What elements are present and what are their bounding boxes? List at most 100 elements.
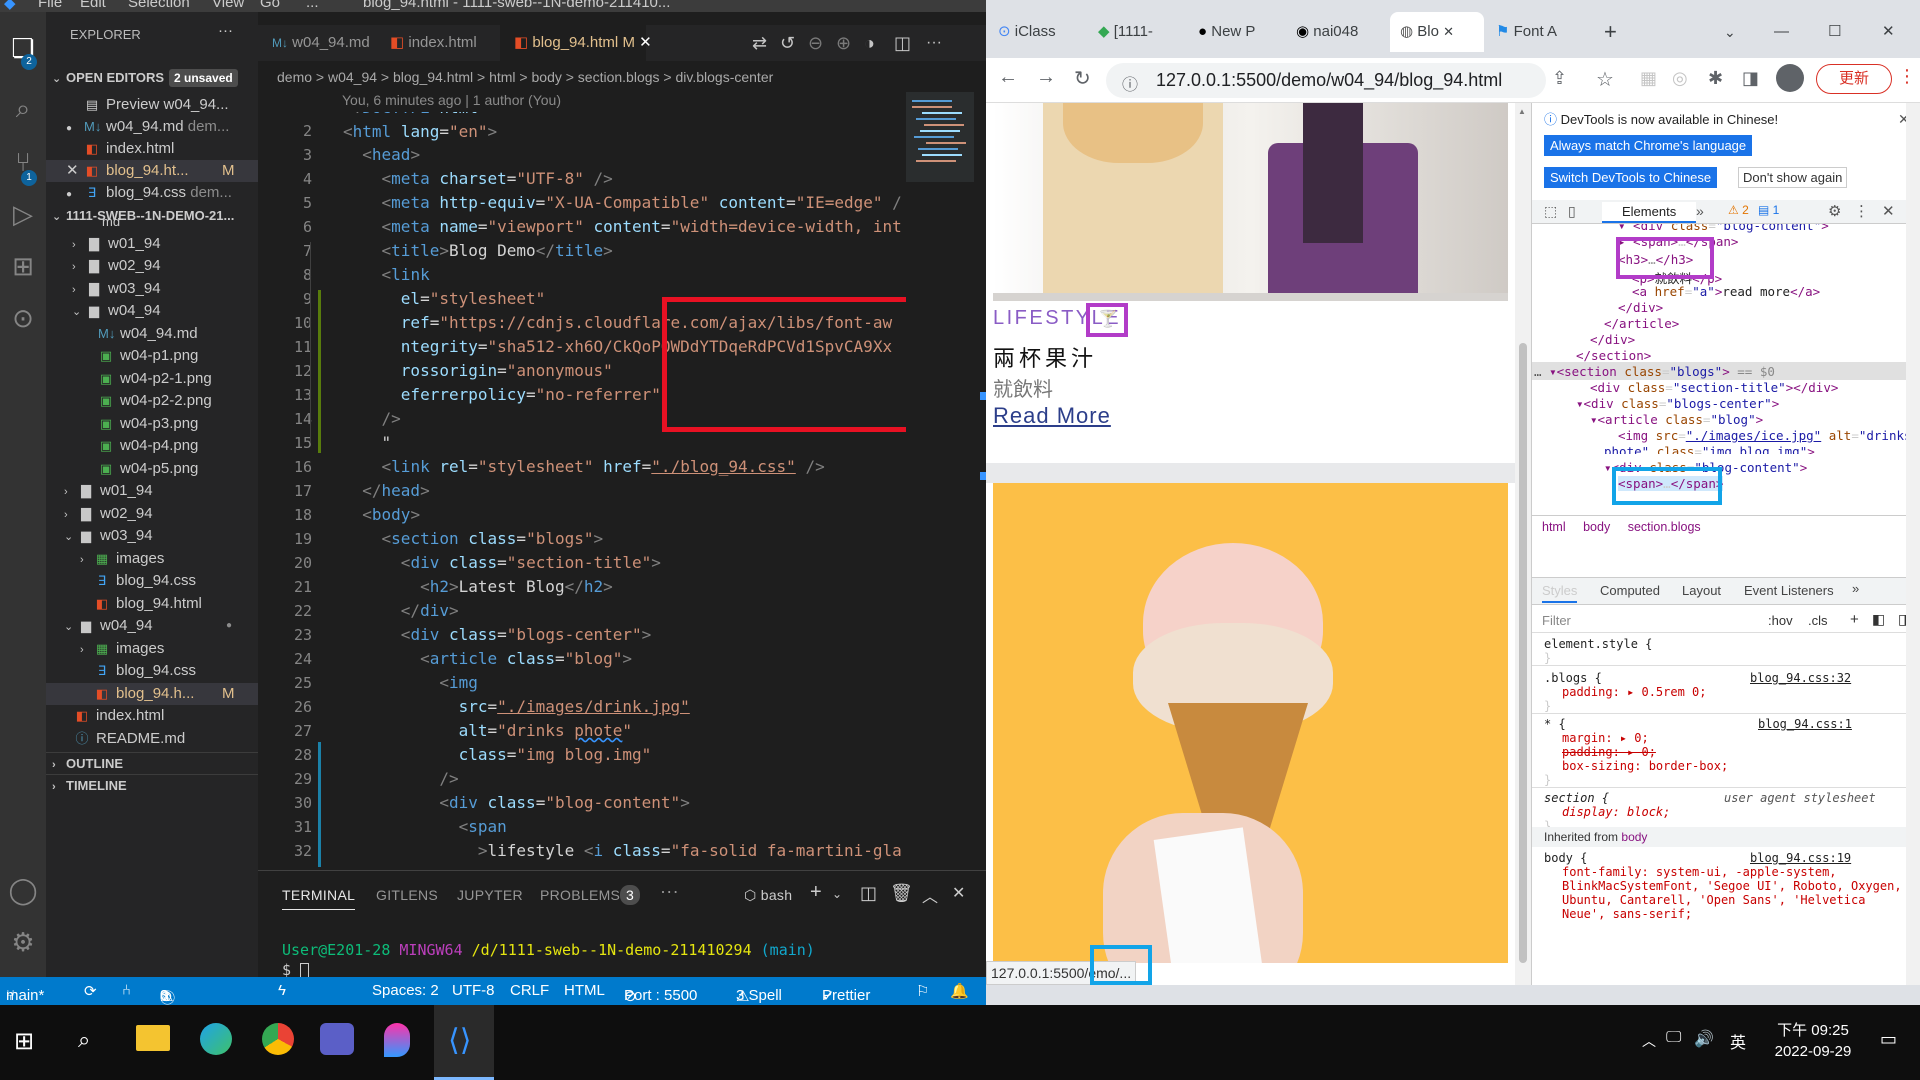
tree-folder-open[interactable]: ⌄ ▆ w03_94 xyxy=(46,525,258,547)
dom-node[interactable]: </div> xyxy=(1590,332,1635,347)
lightning-icon[interactable]: ϟ xyxy=(278,982,286,999)
indentation-status[interactable]: Spaces: 2 xyxy=(372,982,439,999)
style-property[interactable]: margin: ▸ 0; xyxy=(1562,731,1649,745)
gitlens-status-icon[interactable]: ⑃ xyxy=(122,982,131,999)
extension2-icon[interactable]: ◎ xyxy=(1672,68,1688,89)
dom-node-selected-text[interactable]: … ▾<section class="blogs"> == $0 xyxy=(1534,364,1775,379)
dom-tree[interactable]: ▾ <div class="blog-content"> ▸ <span>…</… xyxy=(1532,224,1920,454)
devtools-settings-gear-icon[interactable]: ⚙ xyxy=(1828,202,1841,220)
menu-file[interactable]: File xyxy=(38,0,62,11)
tab-styles[interactable]: Styles xyxy=(1542,583,1578,603)
dont-show-again-button[interactable]: Don't show again xyxy=(1738,167,1848,188)
new-style-rule-icon[interactable]: + xyxy=(1850,611,1859,628)
devtools-menu-icon[interactable]: ⋮ xyxy=(1854,202,1869,220)
kill-terminal-icon[interactable]: 🗑 xyxy=(890,883,913,904)
share-icon[interactable]: ⇪ xyxy=(1552,68,1567,89)
next-change-icon[interactable]: ⊕ xyxy=(836,25,851,61)
open-editors-section[interactable]: ⌄ OPEN EDITORS 2 unsaved xyxy=(46,67,258,89)
encoding-status[interactable]: UTF-8 xyxy=(452,982,495,999)
warnings-counter[interactable]: ⚠ 2 xyxy=(1728,203,1749,217)
search-icon[interactable]: ⌕ xyxy=(6,92,40,126)
crumb-html[interactable]: html xyxy=(1542,520,1566,534)
terminal-output[interactable]: User@E201-28 MINGW64 /d/1111-sweb--1N-de… xyxy=(282,941,815,959)
minimap[interactable] xyxy=(906,92,986,867)
paint-icon[interactable] xyxy=(384,1023,410,1057)
teams-icon[interactable] xyxy=(320,1023,354,1055)
menu-go[interactable]: Go xyxy=(260,0,280,11)
open-editor-item[interactable]: ◧ index.html xyxy=(46,138,258,160)
close-panel-icon[interactable]: ✕ xyxy=(952,883,966,903)
close-browser-tab-icon[interactable]: ✕ xyxy=(1443,24,1454,39)
browser-tab[interactable]: ● New P xyxy=(1198,12,1286,52)
style-rule-source[interactable]: blog_94.css:32 xyxy=(1750,671,1851,685)
edge-icon[interactable] xyxy=(200,1023,232,1055)
dom-node[interactable]: ▾<article class="blog"> xyxy=(1590,412,1763,427)
chrome-icon[interactable] xyxy=(262,1023,294,1055)
previous-change-icon[interactable]: ⊖ xyxy=(808,25,823,61)
maximize-icon[interactable]: ☐ xyxy=(1828,12,1848,52)
tree-folder[interactable]: › ▦ images xyxy=(46,638,258,660)
tree-file[interactable]: ▣ w04-p3.png xyxy=(46,413,258,435)
browser-tab-active[interactable]: ◍ Blo ✕ xyxy=(1390,12,1484,52)
menu-view[interactable]: View xyxy=(212,0,244,11)
style-property[interactable]: display: block; xyxy=(1562,805,1670,819)
tree-file[interactable]: ▣ w04-p4.png xyxy=(46,435,258,457)
scroll-thumb[interactable] xyxy=(1519,343,1527,963)
extensions-icon[interactable]: ⊞ xyxy=(6,250,40,284)
language-status[interactable]: HTML xyxy=(564,982,605,999)
style-property[interactable]: box-sizing: border-box; xyxy=(1562,759,1728,773)
devtools-scrollbar[interactable] xyxy=(1906,103,1920,985)
run-debug-icon[interactable]: ▷ xyxy=(6,198,40,232)
compare-changes-icon[interactable]: ⇄ xyxy=(752,25,767,61)
timeline-section[interactable]: › TIMELINE xyxy=(46,774,258,796)
style-rule-source[interactable]: blog_94.css:19 xyxy=(1750,851,1851,865)
close-devtools-icon[interactable]: ✕ xyxy=(1882,202,1895,220)
tree-folder[interactable]: › ▦ images xyxy=(46,548,258,570)
extension-icon[interactable]: ▦ xyxy=(1640,68,1657,89)
tab-jupyter[interactable]: JUPYTER xyxy=(457,887,523,903)
tree-file[interactable]: ▣ w04-p1.png xyxy=(46,345,258,367)
style-rule-selector[interactable]: .blogs { xyxy=(1544,671,1602,685)
device-toolbar-icon[interactable]: ▯ xyxy=(1568,203,1576,220)
taskbar-time[interactable]: 下午 09:25 xyxy=(1768,1019,1858,1040)
breadcrumb[interactable]: demo > w04_94 > blog_94.html > html > bo… xyxy=(258,66,986,88)
extensions-puzzle-icon[interactable]: ✱ xyxy=(1708,68,1723,89)
inherited-element[interactable]: body xyxy=(1621,830,1647,844)
go-live-icon[interactable]: ◑ xyxy=(864,25,875,61)
toggle-element-state-icon[interactable]: ◧ xyxy=(1872,611,1885,628)
new-tab-icon[interactable]: + xyxy=(1604,12,1634,52)
style-property-overridden[interactable]: padding: ▸ 0; xyxy=(1562,745,1656,759)
crumb-body[interactable]: body xyxy=(1583,520,1610,534)
side-panel-icon[interactable]: ◨ xyxy=(1742,68,1759,89)
close-editor-icon[interactable]: ✕ xyxy=(66,160,84,182)
network-icon[interactable]: 🖵 xyxy=(1666,1029,1681,1047)
minimap-slider[interactable] xyxy=(906,92,974,182)
open-editor-item[interactable]: ● M↓ w04_94.md dem... xyxy=(46,116,258,138)
browser-tab[interactable]: ⊙ iClass xyxy=(998,12,1086,52)
tree-file[interactable]: ∃ blog_94.css xyxy=(46,660,258,682)
style-rule-selector[interactable]: section { xyxy=(1544,791,1609,805)
cls-toggle[interactable]: .cls xyxy=(1808,613,1828,628)
account-icon[interactable]: ◯ xyxy=(6,874,40,908)
read-more-link[interactable]: Read More xyxy=(993,403,1111,429)
tree-folder[interactable]: md xyxy=(46,218,258,230)
tab-index-html[interactable]: ◧ index.html xyxy=(376,25,500,61)
git-blame-codelens[interactable]: You, 6 minutes ago | 1 author (You) xyxy=(342,92,561,108)
ime-indicator[interactable]: 英 xyxy=(1730,1029,1746,1053)
style-rule-source[interactable]: blog_94.css:1 xyxy=(1758,717,1852,731)
tree-file[interactable]: ▣ w04-p2-1.png xyxy=(46,368,258,390)
open-changes-icon[interactable]: ↺ xyxy=(780,25,795,61)
scroll-up-icon[interactable]: ▲ xyxy=(1518,107,1526,116)
dom-node[interactable]: phote" class="img blog.img"> xyxy=(1604,444,1815,454)
dom-node[interactable]: ▾<div class="blogs-center"> xyxy=(1576,396,1779,411)
split-terminal-icon[interactable]: ◫ xyxy=(860,883,877,904)
taskbar-date[interactable]: 2022-09-29 xyxy=(1768,1043,1858,1060)
new-terminal-icon[interactable]: + xyxy=(810,881,822,904)
terminal-shell-selector[interactable]: ⬡ bash xyxy=(744,887,792,904)
tree-folder-open[interactable]: ⌄ ▆ w04_94 xyxy=(46,300,258,322)
more-tabs-icon[interactable]: » xyxy=(1696,203,1704,219)
open-editor-item[interactable]: ● ∃ blog_94.css dem... xyxy=(46,182,258,204)
notifications-icon[interactable]: 🔔 xyxy=(950,982,969,1000)
tree-file[interactable]: ◧ index.html xyxy=(46,705,258,727)
style-rule-selector[interactable]: element.style { xyxy=(1544,637,1652,651)
